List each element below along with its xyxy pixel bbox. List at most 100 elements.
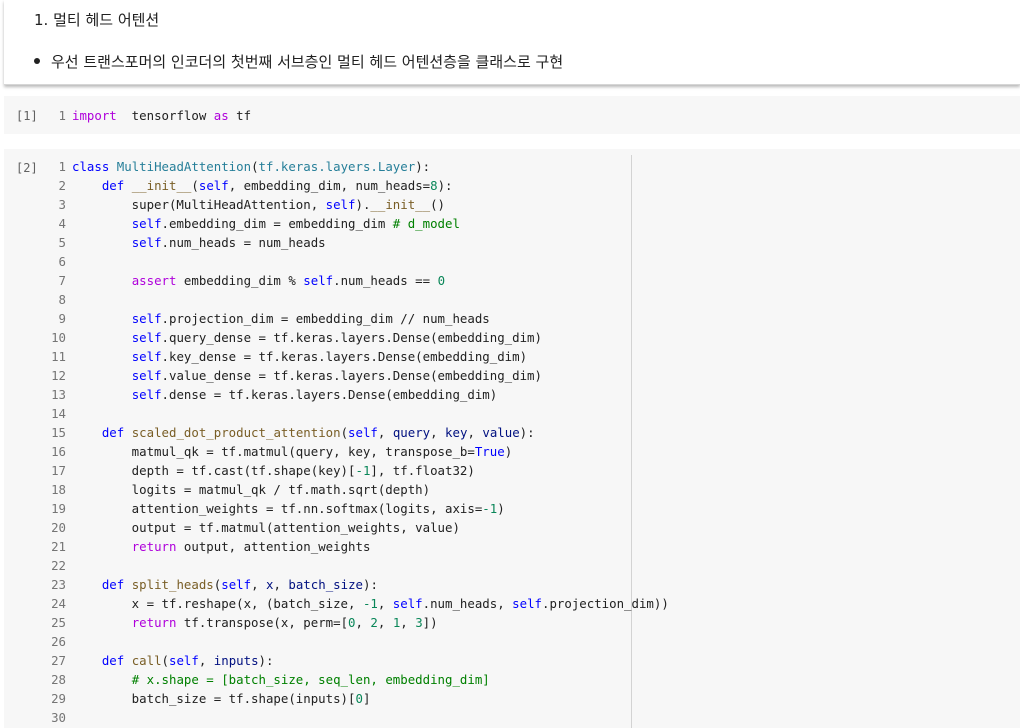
code-line[interactable]: 19 attention_weights = tf.nn.softmax(log… <box>44 499 1020 518</box>
code-token: .num_heads == <box>333 273 438 288</box>
code-token: ): <box>437 178 453 193</box>
section-heading: 1. 멀티 헤드 어텐션 <box>34 11 160 29</box>
code-line[interactable]: 20 output = tf.matmul(attention_weights,… <box>44 518 1020 537</box>
code-token: tf <box>228 108 252 123</box>
code-line[interactable]: 7 assert embedding_dim % self.num_heads … <box>44 271 1020 290</box>
code-token: , <box>273 577 289 592</box>
code-token: batch_size = tf.shape(inputs)[ <box>72 691 356 706</box>
line-number: 27 <box>51 653 66 668</box>
code-line[interactable]: 24 x = tf.reshape(x, (batch_size, -1, se… <box>44 594 1020 613</box>
code-token: tensorflow <box>116 108 214 123</box>
code-token: self <box>512 596 542 611</box>
code-line[interactable]: 21 return output, attention_weights <box>44 537 1020 556</box>
code-token: .key_dense = tf.keras.layers.Dense(embed… <box>161 349 528 364</box>
code-editor[interactable]: 1 class MultiHeadAttention(tf.keras.layer… <box>44 157 1020 727</box>
code-token: 0 <box>355 691 363 706</box>
code-line[interactable]: 12 self.value_dense = tf.keras.layers.De… <box>44 366 1020 385</box>
code-line[interactable]: 23 def split_heads(self, x, batch_size): <box>44 575 1020 594</box>
code-token: self <box>131 216 162 231</box>
code-token: , <box>198 653 214 668</box>
code-token: -1 <box>362 596 378 611</box>
code-editor[interactable]: 1 import tensorflow as tf <box>44 106 1020 125</box>
code-cell-import[interactable]: [1] 1 import tensorflow as tf <box>4 96 1020 134</box>
line-number: 14 <box>51 406 66 421</box>
code-line[interactable]: 9 self.projection_dim = embedding_dim //… <box>44 309 1020 328</box>
code-token: .num_heads, <box>422 596 513 611</box>
line-number: 21 <box>51 539 66 554</box>
code-token: def <box>101 653 125 668</box>
code-line[interactable]: 30 <box>44 708 1020 727</box>
code-token: self <box>131 311 162 326</box>
code-line[interactable]: 18 logits = matmul_qk / tf.math.sqrt(dep… <box>44 480 1020 499</box>
code-line[interactable]: 6 <box>44 252 1020 271</box>
code-token: def <box>101 425 125 440</box>
code-token: , embedding_dim, num_heads= <box>228 178 431 193</box>
line-number: 24 <box>51 596 66 611</box>
code-token: query <box>392 425 431 440</box>
execution-count[interactable]: [1] <box>16 109 38 123</box>
code-token: .dense = tf.keras.layers.Dense(embedding… <box>161 387 498 402</box>
code-token: 0 <box>437 273 446 288</box>
line-number: 19 <box>51 501 66 516</box>
code-line[interactable]: 4 self.embedding_dim = embedding_dim # d… <box>44 214 1020 233</box>
code-token: logits = matmul_qk / tf.math.sqrt(depth) <box>72 482 431 497</box>
code-token: __init__ <box>370 197 431 212</box>
code-token: tf.keras.layers.Layer <box>258 159 416 174</box>
line-number: 18 <box>51 482 66 497</box>
code-token: self <box>198 178 229 193</box>
code-token: class <box>72 159 110 174</box>
code-line[interactable]: 14 <box>44 404 1020 423</box>
code-line[interactable]: 16 matmul_qk = tf.matmul(query, key, tra… <box>44 442 1020 461</box>
code-token: __init__ <box>131 178 192 193</box>
code-token: ). <box>355 197 371 212</box>
code-token: self <box>348 425 378 440</box>
code-token: , <box>400 615 416 630</box>
code-token: ) <box>504 444 513 459</box>
code-token: () <box>430 197 446 212</box>
line-number: 17 <box>51 463 66 478</box>
code-line[interactable]: 26 <box>44 632 1020 651</box>
code-token: self <box>131 349 162 364</box>
code-token: return <box>131 615 177 630</box>
code-line[interactable]: 1 class MultiHeadAttention(tf.keras.layer… <box>44 157 1020 176</box>
code-line[interactable]: 25 return tf.transpose(x, perm=[0, 2, 1,… <box>44 613 1020 632</box>
code-line[interactable]: 13 self.dense = tf.keras.layers.Dense(em… <box>44 385 1020 404</box>
execution-count[interactable]: [2] <box>16 161 38 175</box>
code-line[interactable]: 3 super(MultiHeadAttention, self).__init… <box>44 195 1020 214</box>
code-line[interactable]: 29 batch_size = tf.shape(inputs)[0] <box>44 689 1020 708</box>
code-line[interactable]: 8 <box>44 290 1020 309</box>
line-number: 8 <box>58 292 66 307</box>
line-number: 13 <box>51 387 66 402</box>
code-token: , <box>430 425 446 440</box>
code-line[interactable]: 28 # x.shape = [batch_size, seq_len, emb… <box>44 670 1020 689</box>
code-token: ): <box>519 425 535 440</box>
code-token: ], tf.float32) <box>370 463 475 478</box>
code-line[interactable]: 5 self.num_heads = num_heads <box>44 233 1020 252</box>
code-line[interactable]: 15 def scaled_dot_product_attention(self… <box>44 423 1020 442</box>
code-line[interactable]: 11 self.key_dense = tf.keras.layers.Dens… <box>44 347 1020 366</box>
code-line[interactable]: 27 def call(self, inputs): <box>44 651 1020 670</box>
line-number: 15 <box>51 425 66 440</box>
code-line[interactable]: 2 def __init__(self, embedding_dim, num_… <box>44 176 1020 195</box>
code-token: tf.transpose(x, perm=[ <box>176 615 349 630</box>
code-cell-multihead[interactable]: [2] 1 class MultiHeadAttention(tf.keras.l… <box>4 149 1020 728</box>
code-token: matmul_qk = tf.matmul(query, key, transp… <box>72 444 475 459</box>
markdown-cell[interactable]: 1. 멀티 헤드 어텐션 우선 트랜스포머의 인코더의 첫번째 서브층인 멀티 … <box>4 0 1020 85</box>
code-line[interactable]: 10 self.query_dense = tf.keras.layers.De… <box>44 328 1020 347</box>
code-line[interactable]: 22 <box>44 556 1020 575</box>
code-line[interactable]: 1 import tensorflow as tf <box>44 106 1020 125</box>
code-token: ): <box>258 653 274 668</box>
line-number: 22 <box>51 558 66 573</box>
code-line[interactable]: 17 depth = tf.cast(tf.shape(key)[-1], tf… <box>44 461 1020 480</box>
code-token: 0 <box>348 615 356 630</box>
code-token: batch_size <box>288 577 363 592</box>
code-token: ( <box>161 653 170 668</box>
code-token: value <box>482 425 520 440</box>
